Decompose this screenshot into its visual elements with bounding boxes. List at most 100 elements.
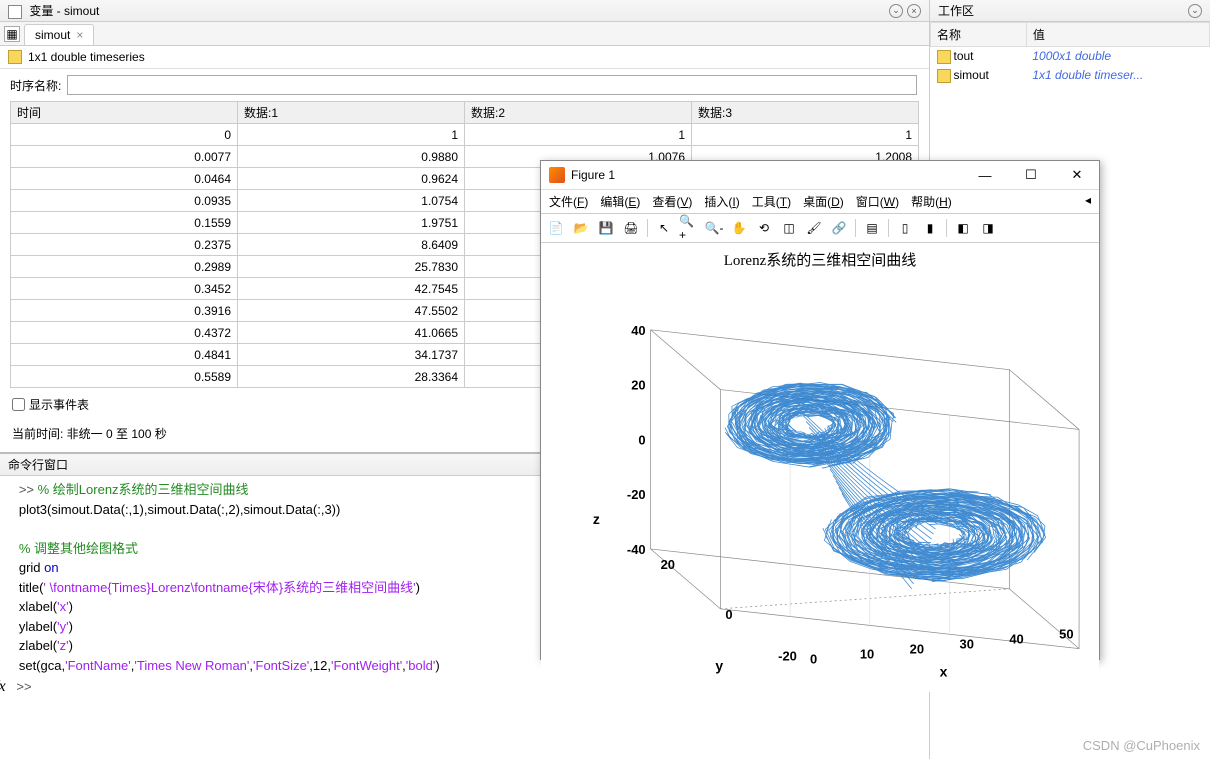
svg-text:40: 40 <box>631 323 645 338</box>
table-header[interactable]: 时间 <box>11 102 238 124</box>
ws-col-value[interactable]: 值 <box>1026 23 1209 47</box>
table-cell[interactable]: 0.1559 <box>11 212 238 234</box>
variable-icon <box>937 69 951 83</box>
figure-titlebar[interactable]: Figure 1 — ☐ ✕ <box>541 161 1099 190</box>
link-icon[interactable]: 🔗 <box>828 217 850 239</box>
minimize-button[interactable]: — <box>971 165 999 185</box>
matlab-icon <box>549 167 565 183</box>
svg-text:-20: -20 <box>778 649 797 664</box>
svg-text:20: 20 <box>661 557 675 572</box>
table-cell[interactable]: 42.7545 <box>238 278 465 300</box>
table-cell[interactable]: 1.0754 <box>238 190 465 212</box>
table-cell[interactable]: 0 <box>11 124 238 146</box>
menu-item[interactable]: 编辑(E) <box>600 193 640 210</box>
table-cell[interactable]: 1 <box>465 124 692 146</box>
table-row[interactable]: 0111 <box>11 124 919 146</box>
table-cell[interactable]: 0.0935 <box>11 190 238 212</box>
menu-overflow-icon[interactable]: ◂ <box>1085 193 1091 210</box>
table-cell[interactable]: 41.0665 <box>238 322 465 344</box>
type-label: 1x1 double timeseries <box>28 50 145 64</box>
datacursor-icon[interactable]: ◫ <box>778 217 800 239</box>
ws-row[interactable]: tout1000x1 double <box>931 47 1210 66</box>
menu-item[interactable]: 文件(F) <box>549 193 588 210</box>
zoom-out-icon[interactable]: 🔍- <box>703 217 725 239</box>
table-header[interactable]: 数据:3 <box>692 102 919 124</box>
ws-row[interactable]: simout1x1 double timeser... <box>931 66 1210 85</box>
menu-item[interactable]: 桌面(D) <box>803 193 844 210</box>
new-file-icon[interactable]: 📄 <box>545 217 567 239</box>
tab-close-icon[interactable]: × <box>76 28 83 42</box>
table-cell[interactable]: 0.9624 <box>238 168 465 190</box>
layout1-icon[interactable]: ▯ <box>894 217 916 239</box>
menu-item[interactable]: 查看(V) <box>652 193 692 210</box>
undock-icon[interactable]: ◨ <box>977 217 999 239</box>
watermark: CSDN @CuPhoenix <box>1083 738 1200 753</box>
lorenz-plot: z y x 40 20 0 -20 -40 20 0 -20 0 10 <box>541 270 1099 689</box>
svg-text:0: 0 <box>638 432 645 447</box>
open-icon[interactable]: 📂 <box>570 217 592 239</box>
workspace-title: 工作区 <box>938 2 974 19</box>
plot-area[interactable]: Lorenz系统的三维相空间曲线 z <box>541 243 1099 692</box>
tab-list-icon[interactable]: ▦ <box>4 26 20 42</box>
workspace-table[interactable]: 名称 值 tout1000x1 doublesimout1x1 double t… <box>930 22 1210 85</box>
table-cell[interactable]: 25.7830 <box>238 256 465 278</box>
pan-icon[interactable]: ✋ <box>728 217 750 239</box>
save-icon[interactable]: 💾 <box>595 217 617 239</box>
table-cell[interactable]: 0.0464 <box>11 168 238 190</box>
table-cell[interactable]: 0.2375 <box>11 234 238 256</box>
brush-icon[interactable]: 🖌 <box>803 217 825 239</box>
ylabel: y <box>715 658 723 674</box>
table-cell[interactable]: 34.1737 <box>238 344 465 366</box>
close-panel-icon[interactable]: × <box>907 4 921 18</box>
ws-dropdown-icon[interactable]: ⌄ <box>1188 4 1202 18</box>
tab-simout[interactable]: simout × <box>24 24 94 45</box>
table-header[interactable]: 数据:2 <box>465 102 692 124</box>
table-cell[interactable]: 28.3364 <box>238 366 465 388</box>
layout2-icon[interactable]: ▮ <box>919 217 941 239</box>
figure-window[interactable]: Figure 1 — ☐ ✕ 文件(F) 编辑(E) 查看(V) 插入(I) 工具(T)… <box>540 160 1100 660</box>
menu-item[interactable]: 帮助(H) <box>911 193 952 210</box>
table-cell[interactable]: 8.6409 <box>238 234 465 256</box>
table-cell[interactable]: 1 <box>692 124 919 146</box>
variable-icon <box>937 50 951 64</box>
dock-icon[interactable]: ◧ <box>952 217 974 239</box>
command-window-title: 命令行窗口 <box>8 456 68 473</box>
plot-title: Lorenz系统的三维相空间曲线 <box>541 243 1099 270</box>
menu-item[interactable]: 窗口(W) <box>856 193 899 210</box>
zlabel: z <box>593 511 600 527</box>
svg-text:20: 20 <box>910 642 924 657</box>
zoom-in-icon[interactable]: 🔍+ <box>678 217 700 239</box>
table-cell[interactable]: 0.4841 <box>11 344 238 366</box>
svg-text:-20: -20 <box>627 487 646 502</box>
table-cell[interactable]: 47.5502 <box>238 300 465 322</box>
table-cell[interactable]: 0.3452 <box>11 278 238 300</box>
menu-item[interactable]: 工具(T) <box>752 193 791 210</box>
pointer-icon[interactable]: ↖ <box>653 217 675 239</box>
table-cell[interactable]: 0.4372 <box>11 322 238 344</box>
table-cell[interactable]: 0.9880 <box>238 146 465 168</box>
table-header[interactable]: 数据:1 <box>238 102 465 124</box>
figure-menu: 文件(F) 编辑(E) 查看(V) 插入(I) 工具(T) 桌面(D) 窗口(W) 帮助(H)… <box>541 190 1099 214</box>
table-cell[interactable]: 1.9751 <box>238 212 465 234</box>
xlabel: x <box>940 664 948 680</box>
table-cell[interactable]: 0.3916 <box>11 300 238 322</box>
variable-tabs: ▦ simout × <box>0 22 929 46</box>
dropdown-icon[interactable]: ⌄ <box>889 4 903 18</box>
variable-icon <box>8 5 22 19</box>
table-cell[interactable]: 0.5589 <box>11 366 238 388</box>
ws-col-name[interactable]: 名称 <box>931 23 1027 47</box>
close-button[interactable]: ✕ <box>1063 165 1091 185</box>
svg-text:40: 40 <box>1009 632 1023 647</box>
name-input[interactable] <box>67 75 917 95</box>
menu-item[interactable]: 插入(I) <box>704 193 739 210</box>
variable-panel-title: 变量 - simout ⌄ × <box>0 0 929 22</box>
table-cell[interactable]: 0.0077 <box>11 146 238 168</box>
table-cell[interactable]: 0.2989 <box>11 256 238 278</box>
rotate3d-icon[interactable]: ⟲ <box>753 217 775 239</box>
table-cell[interactable]: 1 <box>238 124 465 146</box>
separator <box>888 219 889 237</box>
show-events-input[interactable] <box>12 398 25 411</box>
print-icon[interactable]: 🖨 <box>620 217 642 239</box>
maximize-button[interactable]: ☐ <box>1017 165 1045 185</box>
colorbar-icon[interactable]: ▤ <box>861 217 883 239</box>
